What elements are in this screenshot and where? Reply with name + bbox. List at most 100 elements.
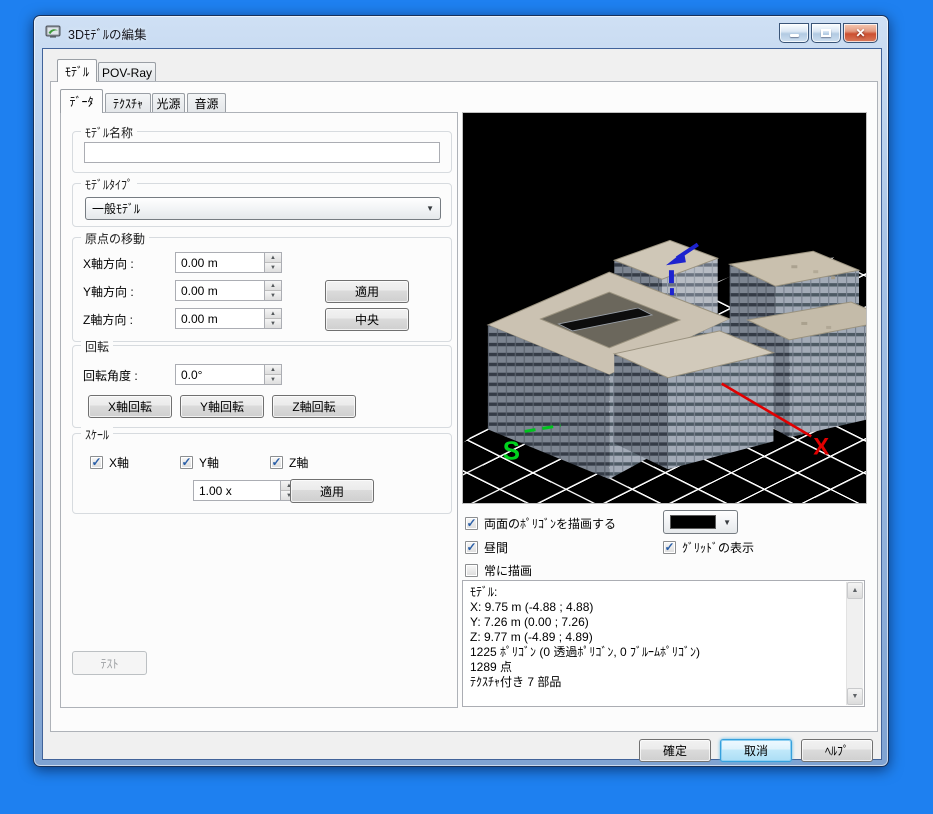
app-icon — [45, 24, 62, 40]
polygon-color-select[interactable]: ▼ — [663, 510, 738, 534]
tab-povray[interactable]: POV-Ray — [98, 62, 156, 82]
both-faces-row: ✓ 両面のﾎﾟﾘｺﾞﾝを描画する — [465, 515, 616, 532]
x-axis-label: X — [813, 433, 829, 460]
spin-up-icon[interactable]: ▲ — [265, 365, 281, 375]
close-button[interactable]: ✕ — [843, 23, 878, 43]
info-line: Z: 9.77 m (-4.89 ; 4.89) — [470, 630, 593, 644]
spin-down-icon[interactable]: ▼ — [265, 291, 281, 300]
check-icon: ✓ — [664, 539, 675, 554]
both-faces-label: 両面のﾎﾟﾘｺﾞﾝを描画する — [484, 517, 617, 531]
daytime-label: 昼間 — [484, 541, 509, 555]
grid-display-label: ｸﾞﾘｯﾄﾞの表示 — [682, 541, 755, 555]
maximize-button[interactable] — [811, 23, 841, 43]
tab-model-label: ﾓﾃﾞﾙ — [64, 64, 89, 79]
origin-z-value[interactable]: 0.00 m — [175, 308, 264, 329]
model-3d-viewport[interactable]: X S — [462, 112, 867, 504]
spin-up-icon[interactable]: ▲ — [265, 281, 281, 291]
rotate-y-button[interactable]: Y軸回転 — [180, 395, 264, 418]
check-icon: ✓ — [271, 454, 282, 469]
spin-down-icon[interactable]: ▼ — [265, 263, 281, 272]
origin-y-value[interactable]: 0.00 m — [175, 280, 264, 301]
model-type-select[interactable]: 一般ﾓﾃﾞﾙ ▼ — [85, 197, 441, 220]
scale-z-checkbox-row: ✓ Z軸 — [270, 454, 308, 471]
tab-data[interactable]: ﾃﾞｰﾀ — [60, 89, 103, 113]
rotation-angle-value[interactable]: 0.0° — [175, 364, 264, 385]
tab-texture[interactable]: ﾃｸｽﾁｬ — [105, 93, 151, 113]
tab-light[interactable]: 光源 — [152, 93, 185, 113]
tab-light-label: 光源 — [156, 97, 181, 111]
info-line: 1225 ﾎﾟﾘｺﾞﾝ (0 透過ﾎﾟﾘｺﾞﾝ, 0 ﾌﾞﾙｰﾑﾎﾟﾘｺﾞﾝ) — [470, 645, 701, 659]
origin-z-label: Z軸方向 : — [83, 313, 133, 327]
cancel-button[interactable]: 取消 — [720, 739, 792, 762]
model-name-input[interactable] — [84, 142, 440, 163]
both-faces-checkbox[interactable]: ✓ — [465, 517, 478, 530]
help-button[interactable]: ﾍﾙﾌﾟ — [801, 739, 873, 762]
scale-group: ｽｹｰﾙ ✓ X軸 ✓ Y軸 ✓ Z軸 1.00 x ▲ ▼ 適用 — [72, 426, 452, 514]
origin-y-spinner: 0.00 m ▲ ▼ — [175, 280, 282, 301]
chevron-down-icon: ▼ — [723, 517, 731, 527]
scale-z-label: Z軸 — [289, 456, 309, 470]
ok-button[interactable]: 確定 — [639, 739, 711, 762]
scroll-down-icon[interactable]: ▼ — [847, 688, 863, 705]
info-line: X: 9.75 m (-4.88 ; 4.88) — [470, 600, 594, 614]
south-label: S — [503, 437, 520, 465]
maximize-icon — [821, 29, 831, 37]
daytime-row: ✓ 昼間 — [465, 539, 508, 556]
scale-y-checkbox[interactable]: ✓ — [180, 456, 193, 469]
scale-x-checkbox[interactable]: ✓ — [90, 456, 103, 469]
scale-y-checkbox-row: ✓ Y軸 — [180, 454, 219, 471]
spin-down-icon[interactable]: ▼ — [265, 375, 281, 384]
origin-group: 原点の移動 X軸方向 : 0.00 m ▲ ▼ Y軸方向 : 0.00 m ▲ ▼ … — [72, 230, 452, 342]
origin-x-spinner: 0.00 m ▲ ▼ — [175, 252, 282, 273]
scale-legend: ｽｹｰﾙ — [81, 426, 114, 443]
info-line: ﾓﾃﾞﾙ: — [470, 585, 498, 599]
rotate-x-button[interactable]: X軸回転 — [88, 395, 172, 418]
minimize-icon — [789, 34, 799, 37]
minimize-button[interactable] — [779, 23, 809, 43]
viewport-scene: X S — [486, 239, 866, 480]
always-draw-checkbox[interactable]: ✓ — [465, 564, 478, 577]
scale-y-label: Y軸 — [199, 456, 220, 470]
scale-value[interactable]: 1.00 x — [193, 480, 280, 501]
info-scrollbar[interactable]: ▲ ▼ — [846, 582, 863, 705]
check-icon: ✓ — [466, 539, 477, 554]
window-title: 3Dﾓﾃﾞﾙの編集 — [68, 28, 147, 42]
grid-display-row: ✓ ｸﾞﾘｯﾄﾞの表示 — [663, 539, 754, 556]
always-draw-row: ✓ 常に描画 — [465, 562, 532, 579]
desktop-background: 3Dﾓﾃﾞﾙの編集 ✕ ﾓﾃﾞﾙ POV-Ray ﾃﾞｰﾀ ﾃｸｽﾁｬ 光源 音… — [0, 0, 933, 814]
dialog-content: ﾓﾃﾞﾙ POV-Ray ﾃﾞｰﾀ ﾃｸｽﾁｬ 光源 音源 ﾓﾃﾞﾙ名称 ﾓﾃﾞ… — [42, 48, 882, 762]
scale-apply-button[interactable]: 適用 — [290, 479, 374, 503]
test-button[interactable]: ﾃｽﾄ — [72, 651, 147, 675]
origin-x-label: X軸方向 : — [83, 257, 134, 271]
rotation-group: 回転 回転角度 : 0.0° ▲ ▼ X軸回転 Y軸回転 Z軸回転 — [72, 338, 452, 428]
origin-center-button[interactable]: 中央 — [325, 308, 409, 331]
spin-up-icon[interactable]: ▲ — [265, 309, 281, 319]
tab-sound[interactable]: 音源 — [187, 93, 226, 113]
rotate-z-button[interactable]: Z軸回転 — [272, 395, 356, 418]
info-line: 1289 点 — [470, 660, 513, 674]
tab-data-label: ﾃﾞｰﾀ — [69, 95, 94, 109]
always-draw-label: 常に描画 — [484, 564, 533, 578]
check-icon: ✓ — [466, 515, 477, 530]
titlebar[interactable]: 3Dﾓﾃﾞﾙの編集 ✕ — [34, 16, 888, 48]
model-type-selected: 一般ﾓﾃﾞﾙ — [92, 202, 141, 216]
scroll-up-icon[interactable]: ▲ — [847, 582, 863, 599]
info-line: ﾃｸｽﾁｬ付き 7 部品 — [470, 675, 562, 689]
model-info-box: ﾓﾃﾞﾙ: X: 9.75 m (-4.88 ; 4.88) Y: 7.26 m… — [462, 580, 865, 707]
tab-povray-label: POV-Ray — [101, 65, 152, 80]
check-icon: ✓ — [181, 454, 192, 469]
tab-texture-label: ﾃｸｽﾁｬ — [112, 97, 143, 111]
spin-down-icon[interactable]: ▼ — [265, 319, 281, 328]
daytime-checkbox[interactable]: ✓ — [465, 541, 478, 554]
spin-up-icon[interactable]: ▲ — [265, 253, 281, 263]
tab-model[interactable]: ﾓﾃﾞﾙ — [57, 59, 97, 82]
close-icon: ✕ — [855, 26, 866, 40]
origin-apply-button[interactable]: 適用 — [325, 280, 409, 303]
model-tab-page: ﾃﾞｰﾀ ﾃｸｽﾁｬ 光源 音源 ﾓﾃﾞﾙ名称 ﾓﾃﾞﾙﾀｲﾌﾟ 一般ﾓﾃﾞﾙ … — [50, 81, 878, 732]
scale-z-checkbox[interactable]: ✓ — [270, 456, 283, 469]
check-icon: ✓ — [91, 454, 102, 469]
origin-x-value[interactable]: 0.00 m — [175, 252, 264, 273]
origin-legend: 原点の移動 — [81, 230, 150, 247]
model-name-group: ﾓﾃﾞﾙ名称 — [72, 124, 452, 173]
grid-display-checkbox[interactable]: ✓ — [663, 541, 676, 554]
